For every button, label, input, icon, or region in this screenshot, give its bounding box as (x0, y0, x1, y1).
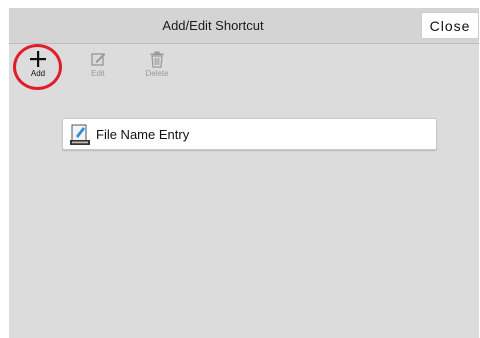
file-name-entry-icon (70, 124, 90, 145)
edit-button[interactable]: Edit (75, 44, 121, 90)
toolbar: Add Edit Delete (9, 44, 479, 94)
title-bar: Add/Edit Shortcut Close (9, 8, 479, 44)
dialog-title: Add/Edit Shortcut (162, 18, 264, 33)
shortcut-item-file-name-entry[interactable]: File Name Entry (62, 118, 437, 150)
edit-label: Edit (91, 69, 105, 78)
delete-button[interactable]: Delete (134, 44, 180, 90)
delete-label: Delete (145, 69, 169, 78)
close-button[interactable]: Close (421, 12, 479, 39)
shortcut-item-label: File Name Entry (96, 127, 190, 142)
dialog-panel: Add/Edit Shortcut Close Add Edit Delete … (9, 8, 479, 338)
add-label: Add (30, 69, 46, 78)
plus-icon (30, 51, 46, 67)
add-button[interactable]: Add (15, 44, 61, 90)
trash-icon (150, 51, 164, 68)
edit-icon (91, 53, 106, 66)
